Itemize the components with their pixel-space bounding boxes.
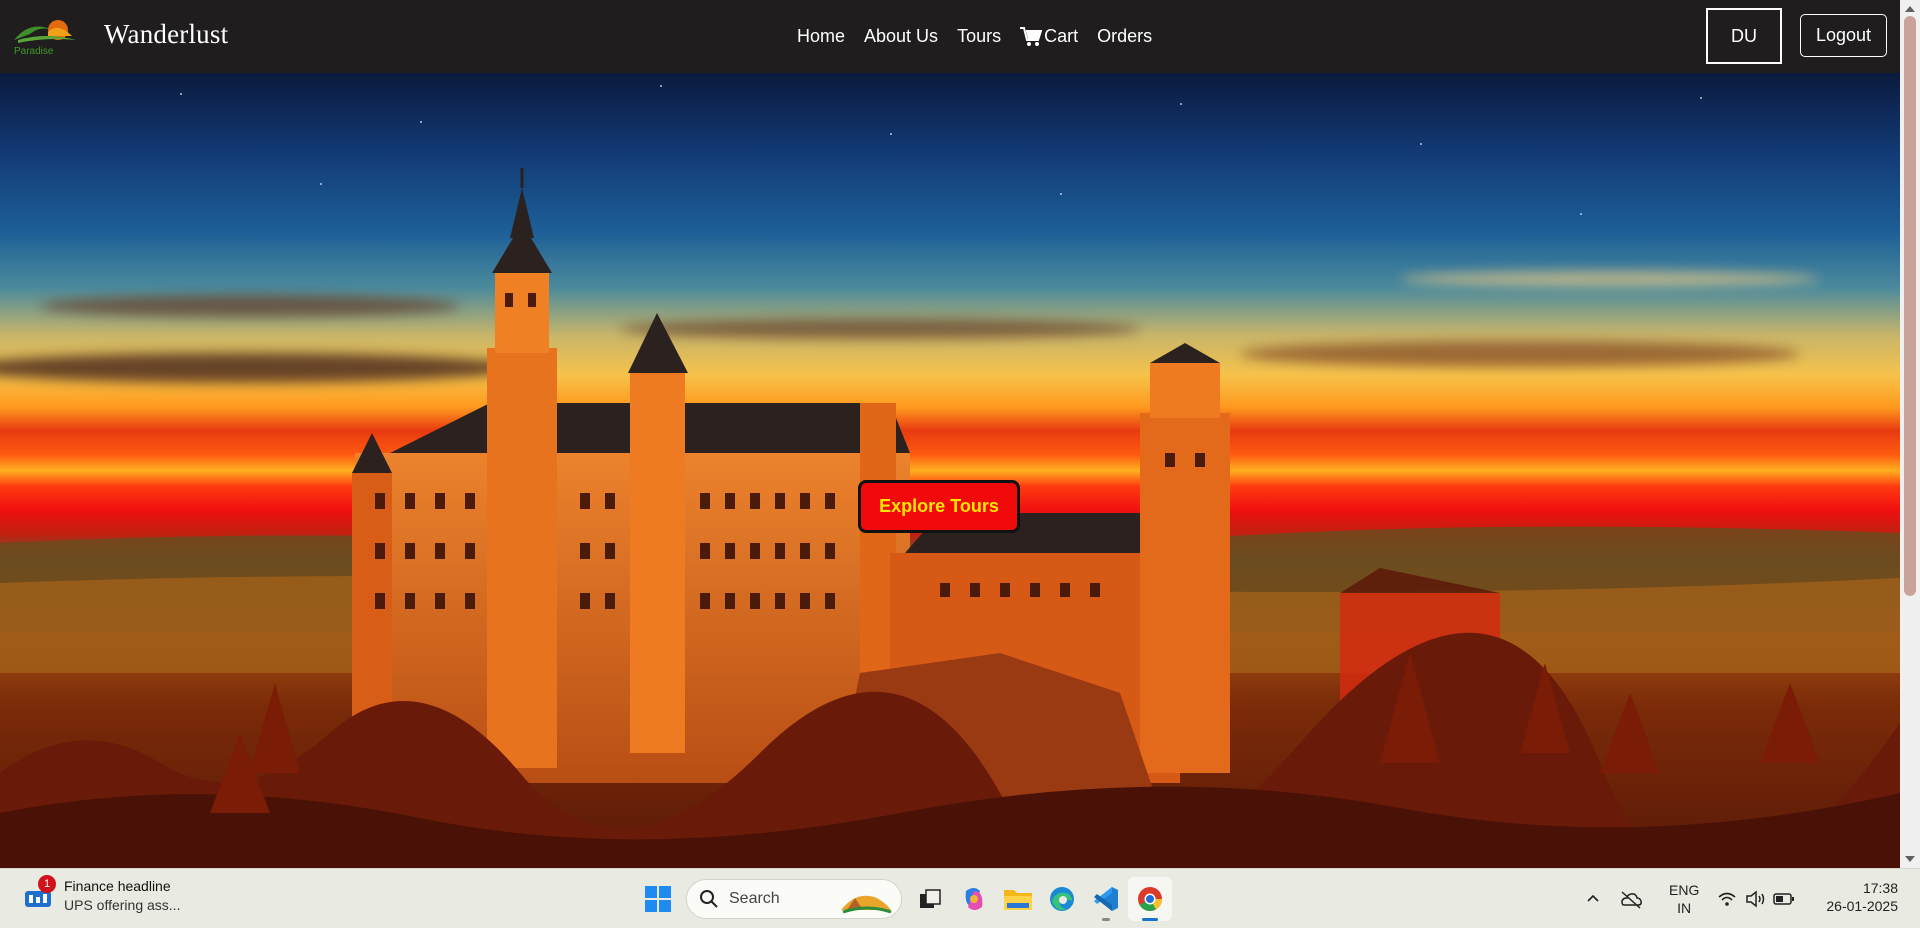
nav-orders[interactable]: Orders <box>1097 26 1152 47</box>
task-view-icon[interactable] <box>908 877 952 921</box>
brand[interactable]: Paradise Wanderlust <box>12 10 228 58</box>
logo-text: Paradise <box>14 46 54 57</box>
finance-icon: 1 <box>22 875 56 913</box>
region-code: IN <box>1677 900 1692 916</box>
clock[interactable]: 17:38 26-01-2025 <box>1810 879 1898 915</box>
widget-subtitle: UPS offering ass... <box>64 897 181 913</box>
taskbar-apps: Search <box>636 877 1172 921</box>
chrome-icon[interactable] <box>1128 877 1172 921</box>
navbar: Paradise Wanderlust Home About Us Tours … <box>0 0 1900 73</box>
nav-links: Home About Us Tours Cart Orders <box>797 0 1152 73</box>
scroll-up-arrow-icon[interactable] <box>1905 6 1915 12</box>
nav-about-us[interactable]: About Us <box>864 26 938 47</box>
wifi-icon[interactable] <box>1717 890 1737 908</box>
running-indicator <box>1102 918 1110 921</box>
volume-icon[interactable] <box>1745 890 1767 908</box>
battery-icon[interactable] <box>1773 892 1795 906</box>
copilot-icon[interactable] <box>952 877 996 921</box>
nav-home[interactable]: Home <box>797 26 845 47</box>
search-placeholder: Search <box>729 890 780 907</box>
brand-name[interactable]: Wanderlust <box>104 19 228 50</box>
taskbar: 1 Finance headline UPS offering ass... S… <box>0 868 1920 928</box>
time: 17:38 <box>1862 880 1898 896</box>
taskbar-search[interactable]: Search <box>686 879 902 919</box>
windows-start-icon[interactable] <box>636 877 680 921</box>
file-explorer-icon[interactable] <box>996 877 1040 921</box>
active-indicator <box>1142 918 1158 921</box>
edge-icon[interactable] <box>1040 877 1084 921</box>
scroll-thumb[interactable] <box>1904 16 1916 596</box>
widget-title: Finance headline <box>64 878 171 894</box>
user-initials[interactable]: DU <box>1706 8 1782 64</box>
system-tray: ENG IN <box>1580 869 1795 928</box>
nav-tours[interactable]: Tours <box>957 26 1001 47</box>
paradise-logo[interactable]: Paradise <box>12 10 82 58</box>
nav-cart-label: Cart <box>1044 26 1079 46</box>
onedrive-icon[interactable] <box>1619 889 1643 909</box>
vscode-icon[interactable] <box>1084 877 1128 921</box>
logout-button[interactable]: Logout <box>1800 14 1887 57</box>
date: 26-01-2025 <box>1826 898 1898 914</box>
nav-cart[interactable]: Cart <box>1020 26 1078 47</box>
language-indicator[interactable]: ENG IN <box>1669 881 1699 917</box>
language-code: ENG <box>1669 882 1700 898</box>
search-icon <box>700 890 718 908</box>
castle-landscape-illustration <box>0 168 1900 868</box>
news-widget[interactable]: 1 Finance headline UPS offering ass... <box>22 875 181 915</box>
hero-banner: Explore Tours <box>0 73 1900 868</box>
cart-icon <box>1020 26 1043 46</box>
scroll-down-arrow-icon[interactable] <box>1905 856 1915 862</box>
notification-badge: 1 <box>38 875 56 893</box>
explore-tours-button[interactable]: Explore Tours <box>858 480 1020 533</box>
search-highlight-icon <box>841 895 892 914</box>
chevron-up-icon[interactable] <box>1585 891 1601 907</box>
page-scrollbar[interactable] <box>1900 0 1920 868</box>
